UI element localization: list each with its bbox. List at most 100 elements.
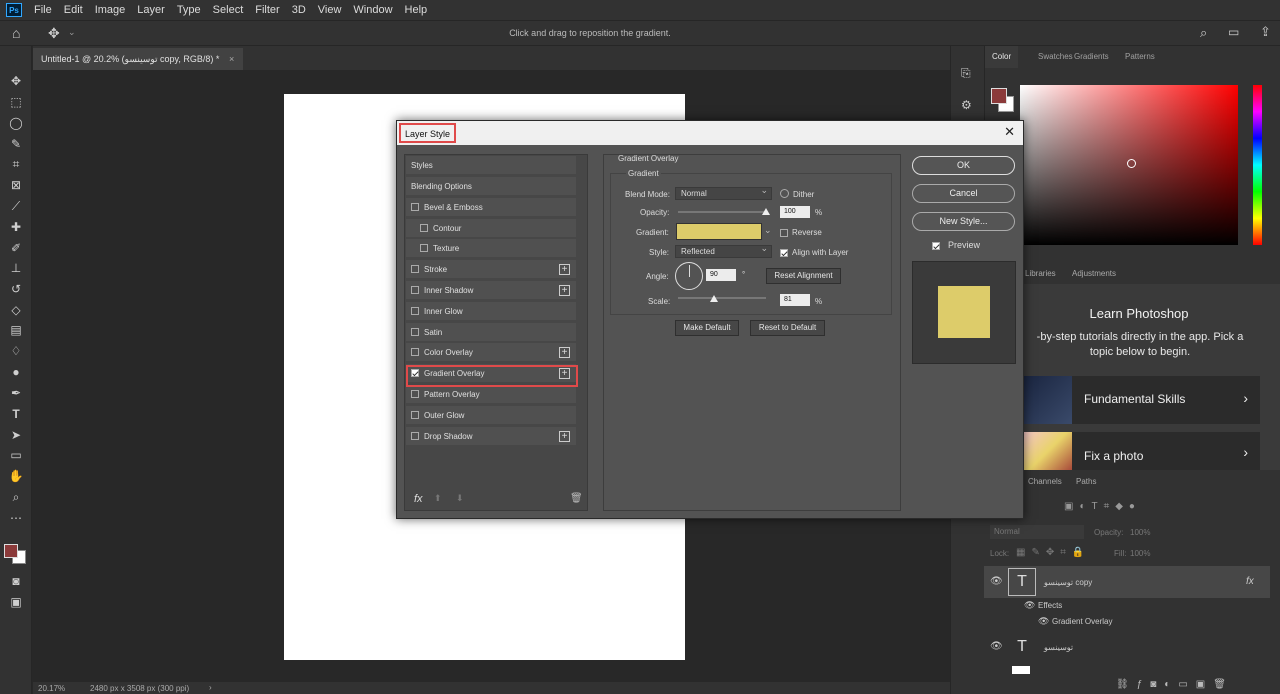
close-tab-icon[interactable]: × bbox=[229, 48, 234, 70]
menu-edit[interactable]: Edit bbox=[58, 0, 89, 20]
menu-select[interactable]: Select bbox=[207, 0, 250, 20]
menu-file[interactable]: File bbox=[28, 0, 58, 20]
tab-color[interactable]: Color bbox=[985, 46, 1019, 68]
workspace-icon[interactable]: ▭ bbox=[1228, 25, 1239, 39]
layer-row-copy[interactable]: 👁 T توسینسو copy fx bbox=[984, 566, 1270, 598]
tab-patterns[interactable]: Patterns bbox=[1118, 46, 1162, 68]
style-item-pattern-overlay[interactable]: Pattern Overlay bbox=[406, 385, 576, 404]
quick-select-icon[interactable]: ✎ bbox=[6, 135, 26, 153]
chevron-down-icon[interactable]: ⌄ bbox=[764, 225, 772, 236]
zoom-icon[interactable]: ⌕ bbox=[6, 488, 26, 506]
layer-fx-icon[interactable]: fx bbox=[1246, 576, 1254, 587]
layer-blend-mode[interactable]: Normal bbox=[990, 525, 1084, 539]
reset-alignment-button[interactable]: Reset Alignment bbox=[766, 268, 841, 284]
blur-icon[interactable]: ♢ bbox=[6, 342, 26, 360]
style-item-texture[interactable]: Texture bbox=[406, 239, 576, 259]
share-icon[interactable]: ⇪ bbox=[1260, 24, 1271, 40]
layer-opacity-value[interactable]: 100% bbox=[1130, 528, 1150, 537]
history-panel-icon[interactable]: ⎘ bbox=[961, 66, 971, 81]
chevron-right-icon[interactable]: › bbox=[209, 683, 212, 692]
style-item-blending-options[interactable]: Blending Options bbox=[406, 177, 576, 196]
document-tab[interactable]: Untitled-1 @ 20.2% (توسینسو copy, RGB/8)… bbox=[33, 48, 243, 70]
make-default-button[interactable]: Make Default bbox=[675, 320, 739, 336]
ok-button[interactable]: OK bbox=[912, 156, 1015, 175]
layer-filter-icons[interactable]: ▣◐T⌗◆● bbox=[1064, 501, 1141, 512]
style-item-inner-shadow[interactable]: Inner Shadow + bbox=[406, 281, 576, 300]
search-icon[interactable]: ⌕ bbox=[1200, 25, 1207, 41]
tab-channels[interactable]: Channels bbox=[1028, 477, 1062, 486]
align-with-layer-checkbox[interactable] bbox=[780, 249, 788, 257]
new-style-button[interactable]: New Style... bbox=[912, 212, 1015, 231]
tab-adjustments[interactable]: Adjustments bbox=[1072, 269, 1116, 278]
menu-image[interactable]: Image bbox=[89, 0, 132, 20]
visibility-eye-icon[interactable]: 👁 bbox=[990, 641, 1003, 652]
foreground-color-swatch[interactable] bbox=[4, 544, 18, 558]
eyedropper-icon[interactable]: ⟋ bbox=[6, 197, 26, 215]
style-checkbox[interactable] bbox=[411, 390, 419, 398]
style-checkbox[interactable] bbox=[411, 348, 419, 357]
style-checkbox[interactable] bbox=[411, 306, 419, 315]
gradient-picker[interactable] bbox=[676, 223, 762, 240]
type-icon[interactable]: T bbox=[6, 405, 26, 423]
style-item-drop-shadow[interactable]: Drop Shadow + bbox=[406, 426, 576, 446]
style-item-satin[interactable]: Satin bbox=[406, 322, 576, 342]
layer-row-original[interactable]: 👁 T توسینسو bbox=[984, 632, 1270, 662]
cancel-button[interactable]: Cancel bbox=[912, 184, 1015, 203]
style-item-outer-glow[interactable]: Outer Glow bbox=[406, 405, 576, 425]
tab-gradients[interactable]: Gradients bbox=[1067, 46, 1116, 68]
more-tools-icon[interactable]: ⋯ bbox=[6, 509, 26, 527]
color-picker-cursor[interactable] bbox=[1127, 159, 1136, 168]
style-checkbox[interactable] bbox=[411, 202, 419, 211]
reset-to-default-button[interactable]: Reset to Default bbox=[750, 320, 825, 336]
visibility-eye-icon[interactable]: 👁 bbox=[990, 576, 1003, 587]
trash-icon[interactable]: 🗑 bbox=[570, 493, 583, 504]
blend-mode-select[interactable]: Normal bbox=[675, 185, 772, 200]
healing-icon[interactable]: ✚ bbox=[6, 218, 26, 236]
quick-mask-icon[interactable]: ◙ bbox=[6, 572, 26, 590]
add-effect-icon[interactable]: + bbox=[559, 430, 570, 442]
pen-icon[interactable]: ✒ bbox=[6, 384, 26, 402]
move-down-icon[interactable]: ⬇ bbox=[456, 493, 464, 504]
styles-header[interactable]: Styles bbox=[406, 156, 576, 175]
layer-actions-icons[interactable]: ⛓ƒ◙◐▭▣🗑 bbox=[1116, 679, 1234, 690]
move-icon[interactable]: ✥ bbox=[6, 72, 26, 90]
properties-panel-icon[interactable]: ⚙ bbox=[961, 98, 972, 112]
lasso-icon[interactable]: ◯ bbox=[6, 114, 26, 132]
menu-filter[interactable]: Filter bbox=[249, 0, 285, 20]
reverse-checkbox[interactable] bbox=[780, 229, 788, 237]
menu-view[interactable]: View bbox=[312, 0, 348, 20]
zoom-level[interactable]: 20.17% bbox=[38, 684, 65, 693]
style-checkbox[interactable] bbox=[411, 286, 419, 294]
menu-help[interactable]: Help bbox=[399, 0, 434, 20]
gradient-icon[interactable]: ▤ bbox=[6, 321, 26, 339]
layer-effects-row[interactable]: 👁 Effects bbox=[984, 598, 1270, 614]
add-effect-icon[interactable]: + bbox=[559, 264, 570, 276]
opacity-input[interactable]: 100 bbox=[780, 206, 810, 218]
style-checkbox[interactable] bbox=[420, 244, 428, 253]
menu-type[interactable]: Type bbox=[171, 0, 207, 20]
visibility-eye-icon[interactable]: 👁 bbox=[1038, 616, 1049, 627]
learn-card-fix-photo[interactable]: Fix a photo › bbox=[1024, 432, 1260, 470]
tab-libraries[interactable]: Libraries bbox=[1025, 269, 1056, 278]
scale-slider-track[interactable] bbox=[678, 297, 766, 299]
menu-layer[interactable]: Layer bbox=[131, 0, 171, 20]
frame-icon[interactable]: ⊠ bbox=[6, 176, 26, 194]
layer-fill-value[interactable]: 100% bbox=[1130, 549, 1150, 558]
color-panel-foreground-swatch[interactable] bbox=[991, 88, 1007, 104]
opacity-slider-track[interactable] bbox=[678, 211, 766, 213]
scale-input[interactable]: 81 bbox=[780, 294, 810, 306]
dither-checkbox[interactable] bbox=[780, 189, 789, 198]
close-icon[interactable]: ✕ bbox=[1004, 124, 1015, 140]
brush-icon[interactable]: ✐ bbox=[6, 239, 26, 257]
stamp-icon[interactable]: ⊥ bbox=[6, 259, 26, 277]
add-effect-icon[interactable]: + bbox=[559, 347, 570, 359]
style-checkbox[interactable] bbox=[411, 265, 419, 274]
tab-paths[interactable]: Paths bbox=[1076, 477, 1096, 486]
dodge-icon[interactable]: ● bbox=[6, 363, 26, 381]
layer-gradient-overlay-row[interactable]: 👁 Gradient Overlay bbox=[984, 614, 1270, 630]
opacity-slider-thumb[interactable] bbox=[762, 208, 770, 215]
menu-3d[interactable]: 3D bbox=[286, 0, 312, 20]
scale-slider-thumb[interactable] bbox=[709, 295, 718, 302]
learn-card-fundamental[interactable]: Fundamental Skills › bbox=[1024, 376, 1260, 424]
hue-slider[interactable] bbox=[1253, 85, 1262, 245]
